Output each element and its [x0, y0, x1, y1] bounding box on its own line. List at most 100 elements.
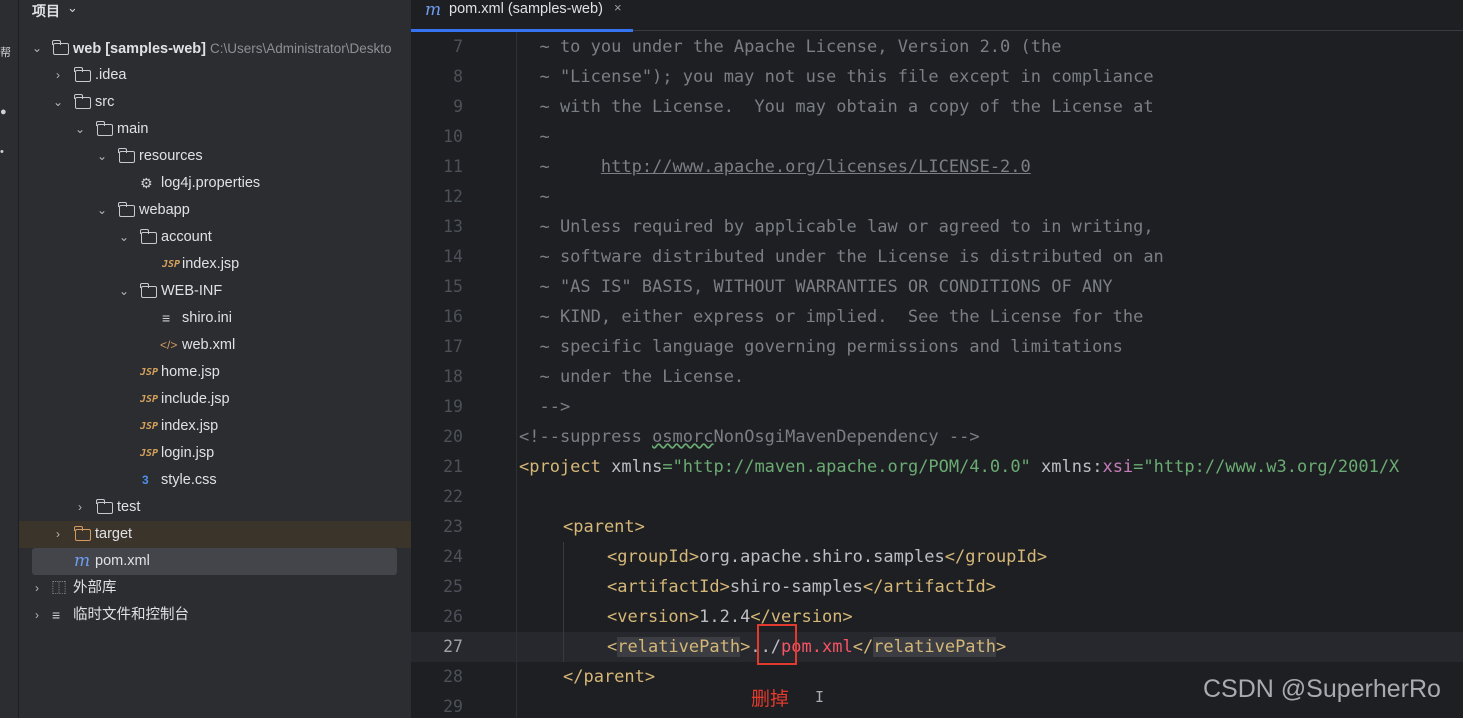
chevron-right-icon[interactable]: › — [74, 494, 86, 521]
tree-item-external-libraries[interactable]: › ⿰ 外部库 — [19, 575, 411, 602]
editor-tab-bar: m pom.xml (samples-web) × — [411, 0, 1463, 32]
code-token: > — [740, 637, 751, 657]
tree-item-style-css[interactable]: 3 style.css — [19, 467, 411, 494]
line-number: 10 — [443, 127, 463, 146]
code-editor[interactable]: m pom.xml (samples-web) × 7 8 9 10 11 12… — [411, 0, 1463, 718]
tree-item-root[interactable]: ⌄ web [samples-web] C:\Users\Administrat… — [19, 35, 411, 62]
tree-item-main[interactable]: ⌄ main — [19, 116, 411, 143]
jsp-file-icon: JSP — [140, 367, 159, 378]
code-line: ~ "License"); you may not use this file … — [519, 67, 1154, 87]
tree-item-home-jsp[interactable]: JSP home.jsp — [19, 359, 411, 386]
folder-icon — [96, 499, 113, 514]
close-icon[interactable]: × — [614, 0, 622, 15]
tree-item-shiro-ini[interactable]: ≡ shiro.ini — [19, 305, 411, 332]
project-panel-title[interactable]: 项目 — [32, 1, 60, 21]
line-number: 11 — [443, 157, 463, 176]
tree-item-path: C:\Users\Administrator\Deskto — [209, 41, 392, 56]
tree-item-pom-xml[interactable]: m pom.xml — [32, 548, 397, 575]
code-token: <groupId> — [607, 547, 700, 567]
license-link[interactable]: http://www.apache.org/licenses/LICENSE-2… — [601, 157, 1031, 177]
tree-item-idea[interactable]: › .idea — [19, 62, 411, 89]
code-token: osmorc — [652, 427, 714, 447]
chevron-down-icon[interactable]: ⌄ — [118, 278, 130, 305]
tree-item-log4j-properties[interactable]: ⚙ log4j.properties — [19, 170, 411, 197]
chevron-right-icon[interactable]: › — [31, 602, 43, 629]
tree-item-label: webapp — [139, 202, 190, 218]
folder-icon — [140, 229, 157, 244]
project-panel: 项目 ⌄ ⌄ web [samples-web] C:\Users\Admini… — [19, 0, 411, 718]
code-token: relativePath — [617, 637, 741, 657]
tree-item-index-jsp[interactable]: JSP index.jsp — [19, 413, 411, 440]
tree-item-src[interactable]: ⌄ src — [19, 89, 411, 116]
code-token: </artifactId> — [862, 577, 996, 597]
code-token: < — [607, 637, 618, 657]
tree-item-include-jsp[interactable]: JSP include.jsp — [19, 386, 411, 413]
tree-item-label: web.xml — [182, 337, 236, 353]
tree-item-label: .idea — [95, 67, 127, 83]
indent-guide — [563, 542, 564, 662]
code-token: "http://www.w3.org/2001/X — [1143, 457, 1400, 477]
tree-item-label: index.jsp — [161, 418, 219, 434]
strip-glyph-1[interactable]: 帮 — [0, 44, 19, 60]
tree-item-resources[interactable]: ⌄ resources — [19, 143, 411, 170]
tree-item-test[interactable]: › test — [19, 494, 411, 521]
tool-window-strip: 帮 ● • — [0, 0, 19, 718]
annotation-delete-note: 删掉 — [751, 688, 790, 710]
line-number: 24 — [443, 547, 463, 566]
chevron-down-icon[interactable]: ⌄ — [52, 89, 64, 116]
code-token: ~ — [519, 157, 601, 177]
code-token: <!--suppress — [519, 427, 653, 447]
tree-item-label: log4j.properties — [161, 175, 261, 191]
folder-icon — [74, 67, 91, 82]
tab-pom-xml[interactable]: m pom.xml (samples-web) × — [411, 0, 633, 32]
chevron-down-icon[interactable]: ⌄ — [31, 35, 43, 62]
chevron-right-icon[interactable]: › — [52, 521, 64, 548]
code-line: ~ with the License. You may obtain a cop… — [519, 97, 1154, 117]
tree-item-web-xml[interactable]: </> web.xml — [19, 332, 411, 359]
tree-item-label: WEB-INF — [161, 283, 223, 299]
code-line: --> — [519, 397, 571, 417]
css-file-icon: 3 — [142, 473, 149, 487]
line-number: 15 — [443, 277, 463, 296]
line-number: 22 — [443, 487, 463, 506]
text-cursor-icon: I — [815, 688, 825, 706]
strip-glyph-2[interactable]: ● — [0, 106, 19, 118]
tree-item-login-jsp[interactable]: JSP login.jsp — [19, 440, 411, 467]
code-line: <groupId>org.apache.shiro.samples</group… — [607, 542, 1047, 572]
chevron-right-icon[interactable]: › — [52, 62, 64, 89]
chevron-down-icon[interactable]: ⌄ — [96, 197, 108, 224]
jsp-file-icon: JSP — [140, 394, 159, 405]
tree-item-account[interactable]: ⌄ account — [19, 224, 411, 251]
code-token: xmlns — [600, 457, 663, 477]
line-number: 16 — [443, 307, 463, 326]
strip-glyph-3[interactable]: • — [0, 146, 19, 158]
project-panel-header: 项目 ⌄ — [19, 0, 411, 20]
line-number-gutter: 7 8 9 10 11 12 13 14 15 16 17 18 19 20 2… — [411, 32, 511, 718]
code-token: </ — [852, 637, 874, 657]
xml-file-icon: </> — [160, 338, 178, 352]
fold-gutter-divider — [516, 32, 517, 718]
chevron-down-icon[interactable]: ⌄ — [74, 116, 86, 143]
tree-item-account-index-jsp[interactable]: JSP index.jsp — [19, 251, 411, 278]
tree-item-webapp[interactable]: ⌄ webapp — [19, 197, 411, 224]
code-token: </parent> — [563, 667, 656, 687]
code-token: <artifactId> — [607, 577, 730, 597]
code-line: <!--suppress osmorcNonOsgiMavenDependenc… — [519, 422, 980, 452]
resources-folder-icon — [118, 148, 135, 163]
tree-item-label: include.jsp — [161, 391, 230, 407]
annotation-highlight-box — [757, 624, 797, 665]
tree-item-scratches-consoles[interactable]: › ≡ 临时文件和控制台 — [19, 602, 411, 629]
code-token: > — [996, 637, 1007, 657]
tree-item-label: account — [161, 229, 212, 245]
chevron-down-icon[interactable]: ⌄ — [96, 143, 108, 170]
tree-item-label: target — [95, 526, 133, 542]
tree-item-label: pom.xml — [95, 553, 150, 569]
tree-item-label: web [samples-web] — [73, 41, 206, 57]
chevron-down-icon[interactable]: ⌄ — [118, 224, 130, 251]
tree-item-web-inf[interactable]: ⌄ WEB-INF — [19, 278, 411, 305]
line-number: 21 — [443, 457, 463, 476]
chevron-right-icon[interactable]: › — [31, 575, 43, 602]
code-line: ~ under the License. — [519, 367, 745, 387]
tree-item-target[interactable]: › target — [19, 521, 411, 548]
chevron-down-icon[interactable]: ⌄ — [67, 0, 78, 16]
